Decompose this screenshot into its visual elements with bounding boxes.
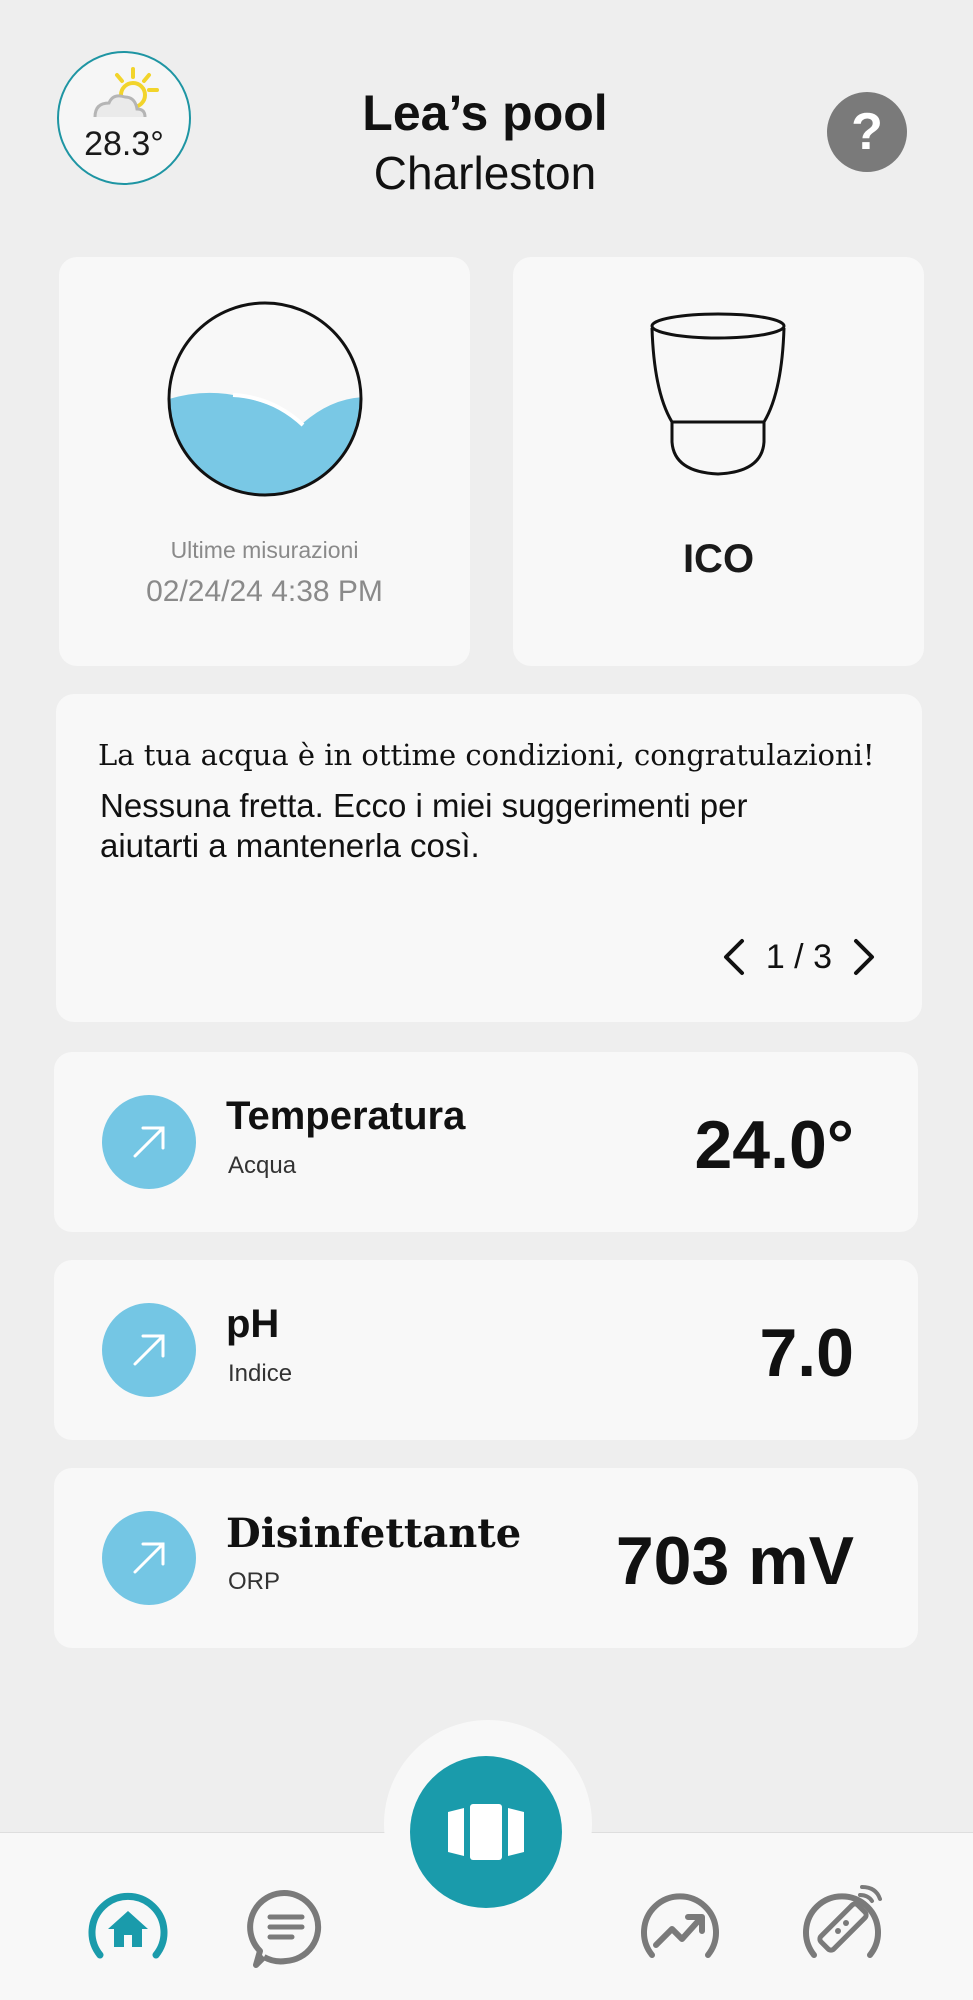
last-measurement-date: 02/24/24 4:38 PM	[146, 575, 383, 608]
ico-device-icon	[650, 312, 786, 476]
metric-value: 7.0	[759, 1315, 854, 1391]
stats-icon[interactable]	[638, 1885, 722, 1969]
pool-location: Charleston	[373, 147, 597, 199]
metric-value: 24.0°	[694, 1107, 854, 1183]
device-name: ICO	[682, 537, 755, 581]
partly-sunny-icon	[93, 67, 159, 118]
metric-ph-card[interactable]: pH Indice 7.0	[54, 1260, 918, 1440]
device-icon	[448, 1804, 524, 1860]
metric-disinfectant-card[interactable]: Disinfettante ORP 703 mV	[54, 1468, 918, 1648]
arrow-up-right-icon	[133, 1126, 165, 1158]
remote-icon[interactable]	[800, 1885, 884, 1969]
device-action-button[interactable]	[410, 1756, 562, 1908]
chat-icon[interactable]	[244, 1885, 328, 1969]
metric-name: pH	[226, 1302, 280, 1346]
advice-pager: 1 / 3	[716, 932, 882, 982]
weather-badge[interactable]: 28.3°	[57, 51, 191, 185]
metric-subtitle: Acqua	[228, 1152, 297, 1179]
advice-headline: La tua acqua è in ottime condizioni, con…	[98, 738, 875, 772]
last-measurement-card[interactable]: Ultime misurazioni 02/24/24 4:38 PM	[59, 257, 470, 666]
home-icon[interactable]	[86, 1885, 170, 1969]
water-level-icon	[167, 301, 363, 497]
trend-badge	[102, 1095, 196, 1189]
advice-text: Nessuna fretta. Ecco i miei suggerimenti…	[100, 787, 748, 864]
metric-value: 703 mV	[615, 1523, 854, 1599]
question-icon: ?	[851, 103, 883, 161]
trend-badge	[102, 1303, 196, 1397]
metric-subtitle: ORP	[228, 1568, 281, 1595]
advice-page-indicator: 1 / 3	[765, 937, 832, 976]
metric-subtitle: Indice	[228, 1360, 293, 1387]
weather-temperature: 28.3°	[84, 125, 164, 163]
metric-name: Disinfettante	[226, 1510, 522, 1557]
arrow-up-right-icon	[133, 1542, 165, 1574]
metric-name: Temperatura	[226, 1094, 466, 1138]
trend-badge	[102, 1511, 196, 1605]
chevron-right-icon[interactable]	[846, 937, 882, 977]
pool-home-screen: 28.3° Lea’s pool Charleston ? Ultime mis…	[0, 0, 973, 2000]
chevron-left-icon[interactable]	[716, 937, 752, 977]
arrow-up-right-icon	[133, 1334, 165, 1366]
device-card[interactable]: ICO	[513, 257, 924, 666]
help-button[interactable]: ?	[827, 92, 907, 172]
advice-card: La tua acqua è in ottime condizioni, con…	[56, 694, 922, 1022]
metric-temperature-card[interactable]: Temperatura Acqua 24.0°	[54, 1052, 918, 1232]
pool-name: Lea’s pool	[362, 85, 608, 141]
last-measurement-label: Ultime misurazioni	[170, 537, 359, 563]
